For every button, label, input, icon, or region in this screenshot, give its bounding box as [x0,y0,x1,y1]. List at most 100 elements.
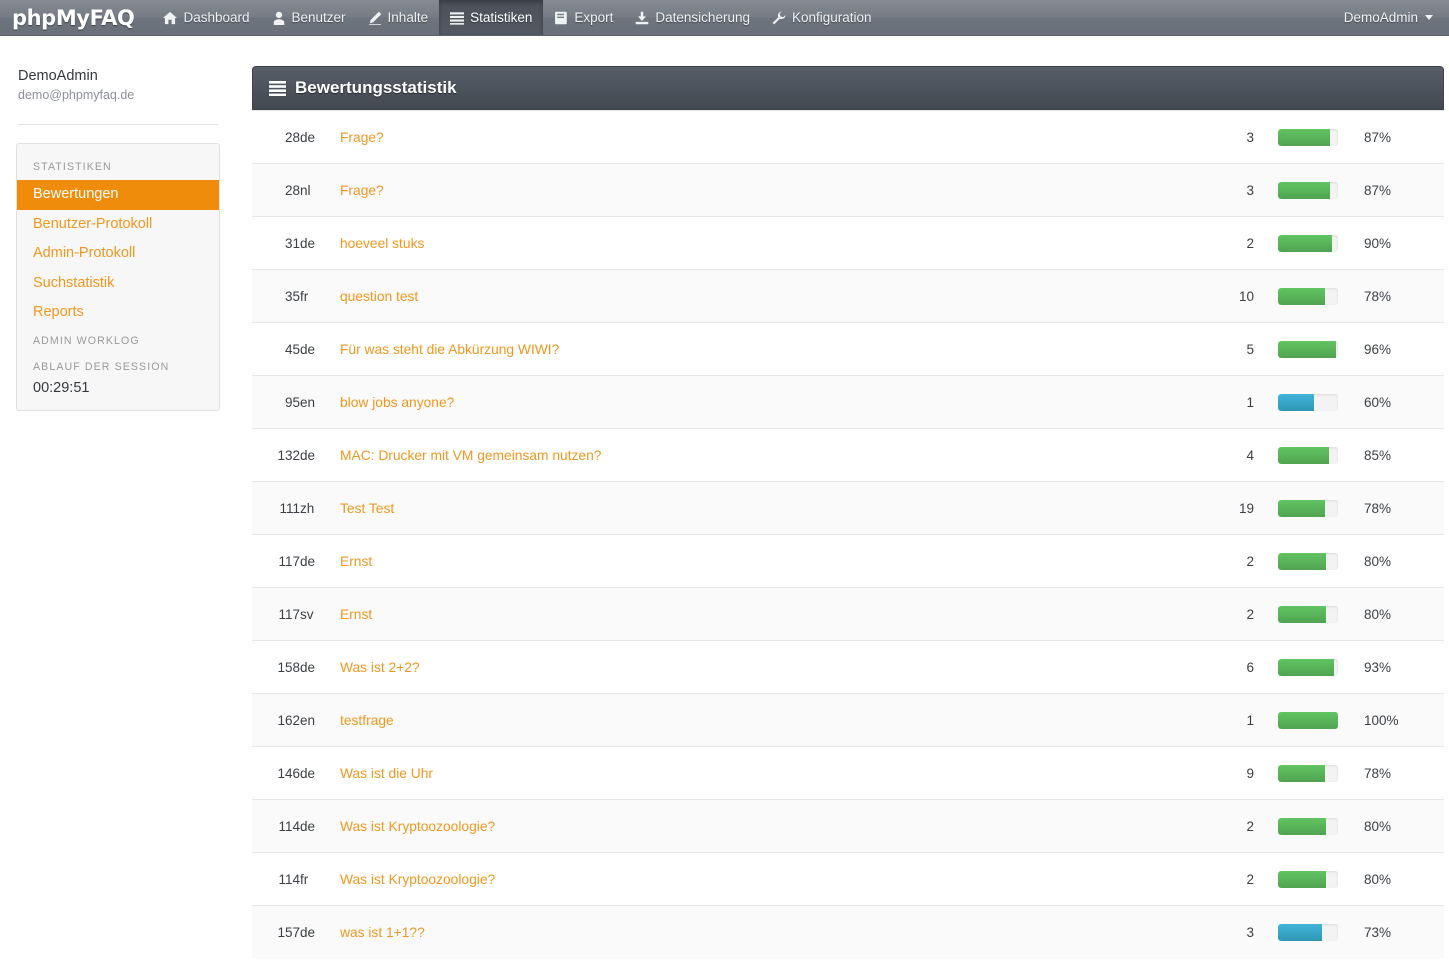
cell-faq-id: 28 [252,163,300,217]
cell-language: de [300,905,340,959]
cell-percent: 87% [1364,110,1444,164]
cell-faq-id: 35 [252,269,300,323]
navbar-item-datensicherung[interactable]: Datensicherung [624,0,761,35]
cell-rating-bar [1254,375,1364,429]
cell-faq-id: 132 [252,428,300,482]
question-link[interactable]: blow jobs anyone? [340,395,454,410]
sidebar-item-benutzer-protokoll[interactable]: Benutzer-Protokoll [17,210,219,240]
sidebar-item-suchstatistik[interactable]: Suchstatistik [17,269,219,299]
cell-faq-id: 111 [252,481,300,535]
cell-question: was ist 1+1?? [340,905,1154,959]
progress-bar-fill [1278,340,1336,358]
navbar-item-export[interactable]: Export [543,0,624,35]
cell-question: Test Test [340,481,1154,535]
cell-language: de [300,428,340,482]
question-link[interactable]: Für was steht die Abkürzung WIWI? [340,342,559,357]
cell-rating-bar [1254,852,1364,906]
navbar-item-benutzer[interactable]: Benutzer [261,0,357,35]
table-row: 45 de Für was steht die Abkürzung WIWI? 5 96… [252,322,1444,376]
cell-vote-count: 9 [1154,746,1254,800]
question-link[interactable]: Was ist Kryptoozoologie? [340,819,495,834]
question-link[interactable]: Frage? [340,130,384,145]
cell-vote-count: 5 [1154,322,1254,376]
cell-percent: 93% [1364,640,1444,694]
cell-percent: 90% [1364,216,1444,270]
sidebar-item-reports[interactable]: Reports [17,298,219,328]
table-row: 114 fr Was ist Kryptoozoologie? 2 80% [252,852,1444,906]
rating-statistics-table: 28 de Frage? 3 87% 28 nl Frage? 3 87% 31 de hoeveel … [252,110,1444,959]
cell-faq-id: 95 [252,375,300,429]
question-link[interactable]: Was ist Kryptoozoologie? [340,872,495,887]
progress-bar-fill [1278,658,1334,676]
progress-bar-track [1278,658,1338,676]
progress-bar-track [1278,287,1338,305]
cell-question: Was ist die Uhr [340,746,1154,800]
cell-rating-bar [1254,110,1364,164]
progress-bar-track [1278,499,1338,517]
progress-bar-track [1278,923,1338,941]
table-row: 28 de Frage? 3 87% [252,110,1444,164]
progress-bar-fill [1278,287,1325,305]
cell-rating-bar [1254,799,1364,853]
cell-language: fr [300,269,340,323]
progress-bar-track [1278,128,1338,146]
cell-vote-count: 3 [1154,163,1254,217]
sidebar-item-bewertungen[interactable]: Bewertungen [17,180,219,210]
cell-faq-id: 117 [252,587,300,641]
navbar-item-statistiken[interactable]: Statistiken [439,0,544,35]
question-link[interactable]: MAC: Drucker mit VM gemeinsam nutzen? [340,448,601,463]
sidebar-section-worklog: ADMIN WORKLOG [33,334,140,347]
progress-bar-fill [1278,764,1325,782]
question-link[interactable]: was ist 1+1?? [340,925,425,940]
cell-vote-count: 2 [1154,852,1254,906]
brand-logo[interactable]: phpMyFAQ [0,0,152,35]
cell-rating-bar [1254,163,1364,217]
sidebar-section-session: ABLAUF DER SESSION [33,360,170,373]
cell-language: zh [300,481,340,535]
question-link[interactable]: Ernst [340,554,372,569]
navbar-item-konfiguration[interactable]: Konfiguration [761,0,883,35]
progress-bar-track [1278,552,1338,570]
top-navbar: phpMyFAQ Dashboard Benutzer Inhalte Statist… [0,0,1449,36]
cell-vote-count: 1 [1154,693,1254,747]
sidebar-item-admin-protokoll[interactable]: Admin-Protokoll [17,239,219,269]
sidebar-section-statistics: STATISTIKEN [33,161,112,173]
cell-rating-bar [1254,322,1364,376]
cell-question: Frage? [340,110,1154,164]
question-link[interactable]: hoeveel stuks [340,236,424,251]
question-link[interactable]: Ernst [340,607,372,622]
question-link[interactable]: question test [340,289,418,304]
navbar-item-label: Export [574,10,614,25]
question-link[interactable]: Test Test [340,501,394,516]
question-link[interactable]: Frage? [340,183,384,198]
progress-bar-fill [1278,923,1322,941]
question-link[interactable]: testfrage [340,713,394,728]
question-link[interactable]: Was ist 2+2? [340,660,420,675]
cell-language: de [300,534,340,588]
user-menu-button[interactable]: DemoAdmin [1328,0,1449,35]
cell-question: Für was steht die Abkürzung WIWI? [340,322,1154,376]
navbar-item-dashboard[interactable]: Dashboard [152,0,260,35]
cell-percent: 85% [1364,428,1444,482]
cell-language: de [300,746,340,800]
session-timer: 00:29:51 [33,379,90,396]
progress-bar-fill [1278,446,1329,464]
cell-language: de [300,110,340,164]
cell-rating-bar [1254,481,1364,535]
cell-language: fr [300,852,340,906]
table-row: 111 zh Test Test 19 78% [252,481,1444,535]
progress-bar-track [1278,340,1338,358]
cell-language: en [300,693,340,747]
progress-bar-track [1278,764,1338,782]
navbar-item-inhalte[interactable]: Inhalte [357,0,440,35]
main-panel: Bewertungsstatistik 28 de Frage? 3 87% 28 nl Fr… [252,66,1444,959]
sidebar: DemoAdmin demo@phpmyfaq.de STATISTIKEN B… [0,36,236,976]
cell-rating-bar [1254,693,1364,747]
pencil-icon [368,11,382,25]
cell-question: blow jobs anyone? [340,375,1154,429]
table-row: 157 de was ist 1+1?? 3 73% [252,905,1444,959]
cell-question: Was ist Kryptoozoologie? [340,799,1154,853]
question-link[interactable]: Was ist die Uhr [340,766,433,781]
align-justify-icon [269,80,286,96]
table-row: 114 de Was ist Kryptoozoologie? 2 80% [252,799,1444,853]
